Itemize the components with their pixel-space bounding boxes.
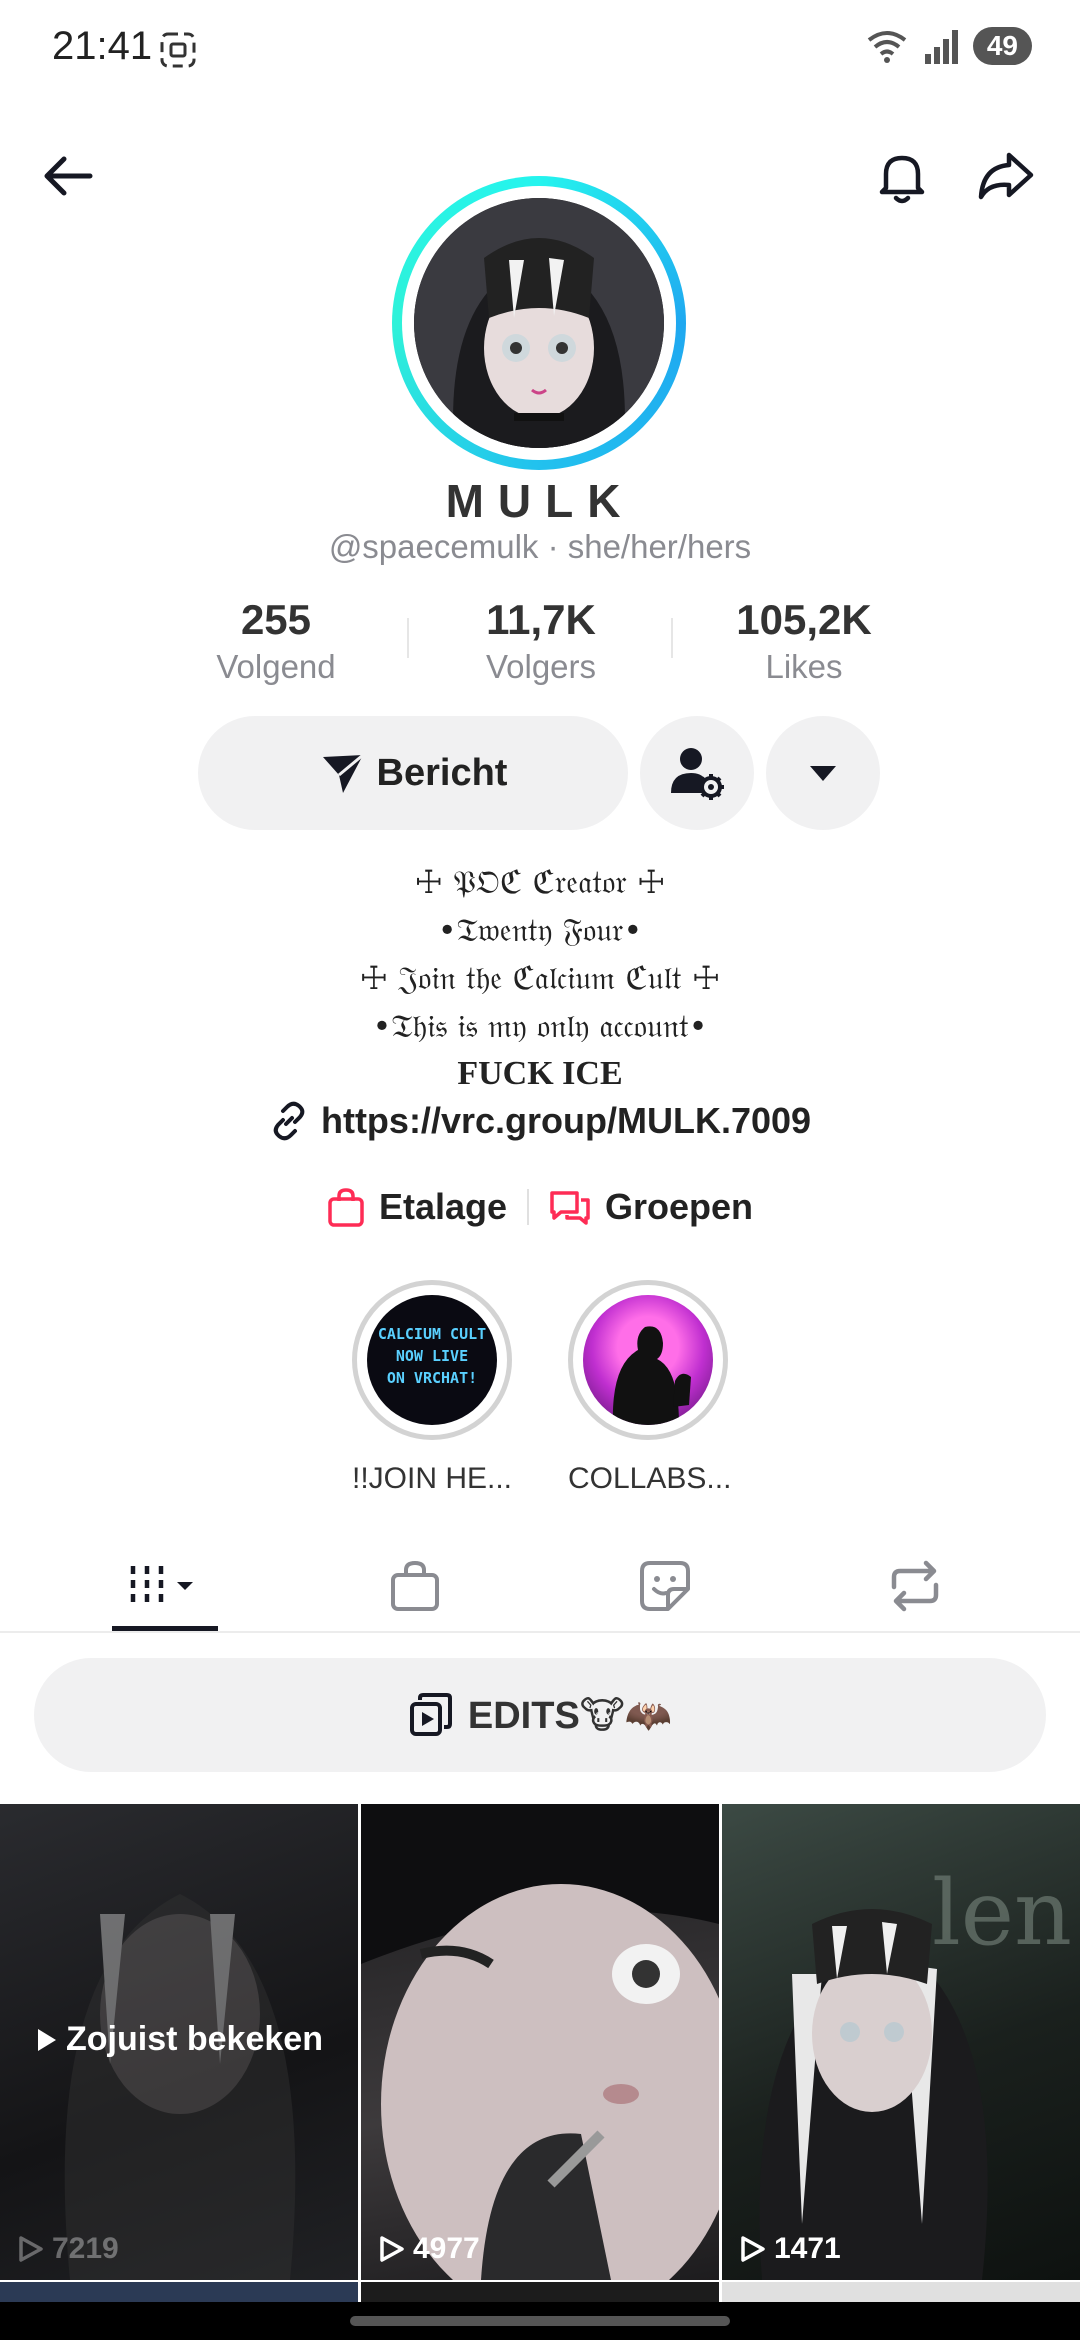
recently-watched-label: Zojuist bekeken <box>36 2020 323 2059</box>
profile-avatar[interactable] <box>392 176 686 470</box>
display-name: MULK <box>445 475 635 527</box>
highlight-caption: !!JOIN HE... <box>352 1462 513 1495</box>
tab-tagged[interactable] <box>580 1540 750 1632</box>
video-thumbnail[interactable]: Zojuist bekeken 7219 <box>0 1804 358 2280</box>
content-tabs <box>0 1540 1080 1632</box>
play-outline-icon <box>19 2236 43 2262</box>
play-icon <box>38 2028 56 2051</box>
user-gear-icon <box>671 748 724 800</box>
repost-icon <box>891 1560 939 1612</box>
view-count: 7219 <box>18 2232 119 2266</box>
bio-link[interactable]: https://vrc.group/MULK.7009 <box>0 1100 1080 1142</box>
status-time: 21:41 <box>52 24 153 68</box>
stat-followers[interactable]: 11,7K Volgers <box>431 596 651 686</box>
tab-videos[interactable] <box>80 1540 250 1632</box>
video-thumbnail[interactable]: len 1471 <box>722 1804 1080 2280</box>
shop-groups-row: Etalage Groepen <box>0 1186 1080 1228</box>
bio-line: •𝔗𝔴𝔢𝔫𝔱𝔶 𝔉𝔬𝔲𝔯• <box>437 911 643 949</box>
play-outline-icon <box>380 2236 404 2262</box>
signal-icon <box>924 30 958 64</box>
profile-bio: ☩ 𝔓𝔒ℭ ℭ𝔯𝔢𝔞𝔱𝔬𝔯 ☩ •𝔗𝔴𝔢𝔫𝔱𝔶 𝔉𝔬𝔲𝔯• ☩ 𝔍𝔬𝔦𝔫 𝔱𝔥𝔢… <box>0 858 1080 1098</box>
wifi-icon <box>867 31 907 63</box>
divider <box>527 1189 530 1225</box>
playlist-icon <box>409 1693 452 1736</box>
groups-link[interactable]: Groepen <box>549 1186 753 1228</box>
status-bar: 21:41 49 <box>0 0 1080 100</box>
profile-stats: 255 Volgend 11,7K Volgers 105,2K Likes <box>0 596 1080 696</box>
tab-shop[interactable] <box>330 1540 500 1632</box>
highlight-caption: COLLABS... <box>568 1462 732 1495</box>
highlight-join[interactable]: CALCIUM CULT NOW LIVE ON VRCHAT! !!JOIN … <box>352 1280 512 1496</box>
username-pronouns: @spaecemulk · she/her/hers <box>328 528 752 565</box>
bio-line: FUCK ICE <box>457 1055 623 1092</box>
share-button[interactable] <box>966 136 1046 216</box>
gesture-handle[interactable] <box>350 2316 730 2326</box>
bio-line: •𝔗𝔥𝔦𝔰 𝔦𝔰 𝔪𝔶 𝔬𝔫𝔩𝔶 𝔞𝔠𝔠𝔬𝔲𝔫𝔱• <box>372 1007 708 1045</box>
video-grid-next-row <box>0 2282 1080 2302</box>
view-count: 1471 <box>740 2232 841 2266</box>
sticker-icon <box>640 1561 690 1611</box>
grid-columns-icon <box>130 1566 193 1606</box>
avatar-image <box>414 198 664 448</box>
svg-text:len: len <box>932 1861 1072 1966</box>
message-button[interactable]: Bericht <box>198 716 628 830</box>
highlight-thumbnail: CALCIUM CULT NOW LIVE ON VRCHAT! <box>367 1295 497 1425</box>
notifications-button[interactable] <box>862 136 942 216</box>
bio-line: ☩ 𝔍𝔬𝔦𝔫 𝔱𝔥𝔢 ℭ𝔞𝔩𝔠𝔦𝔲𝔪 ℭ𝔲𝔩𝔱 ☩ <box>359 959 721 997</box>
shopping-bag-icon <box>391 1560 439 1611</box>
showcase-link[interactable]: Etalage <box>327 1186 507 1228</box>
friend-settings-button[interactable] <box>640 716 754 830</box>
status-icons: 49 <box>865 26 1032 66</box>
stat-likes[interactable]: 105,2K Likes <box>694 596 914 686</box>
view-count: 4977 <box>379 2232 480 2266</box>
back-button[interactable] <box>28 136 108 216</box>
stat-following[interactable]: 255 Volgend <box>166 596 386 686</box>
screen-record-icon <box>160 32 196 68</box>
bell-icon <box>879 155 925 204</box>
arrow-left-icon <box>44 156 93 196</box>
share-arrow-icon <box>978 152 1034 200</box>
playlist-button[interactable]: EDITS🐮🦇 <box>34 1658 1046 1772</box>
play-outline-icon <box>741 2236 765 2262</box>
divider <box>0 1631 1080 1633</box>
highlight-thumbnail <box>583 1295 713 1425</box>
divider <box>407 618 409 658</box>
send-icon <box>322 753 364 793</box>
caret-down-icon <box>810 766 836 781</box>
tab-reposts[interactable] <box>830 1540 1000 1632</box>
battery-indicator: 49 <box>972 27 1032 65</box>
bio-line: ☩ 𝔓𝔒ℭ ℭ𝔯𝔢𝔞𝔱𝔬𝔯 ☩ <box>414 863 666 901</box>
highlight-collabs[interactable]: COLLABS... <box>568 1280 732 1496</box>
shopping-bag-icon <box>328 1188 364 1227</box>
divider <box>671 618 673 658</box>
chat-bubbles-icon <box>550 1191 590 1225</box>
more-options-dropdown[interactable] <box>766 716 880 830</box>
link-icon <box>273 1101 305 1141</box>
video-thumbnail[interactable]: 4977 <box>361 1804 719 2280</box>
